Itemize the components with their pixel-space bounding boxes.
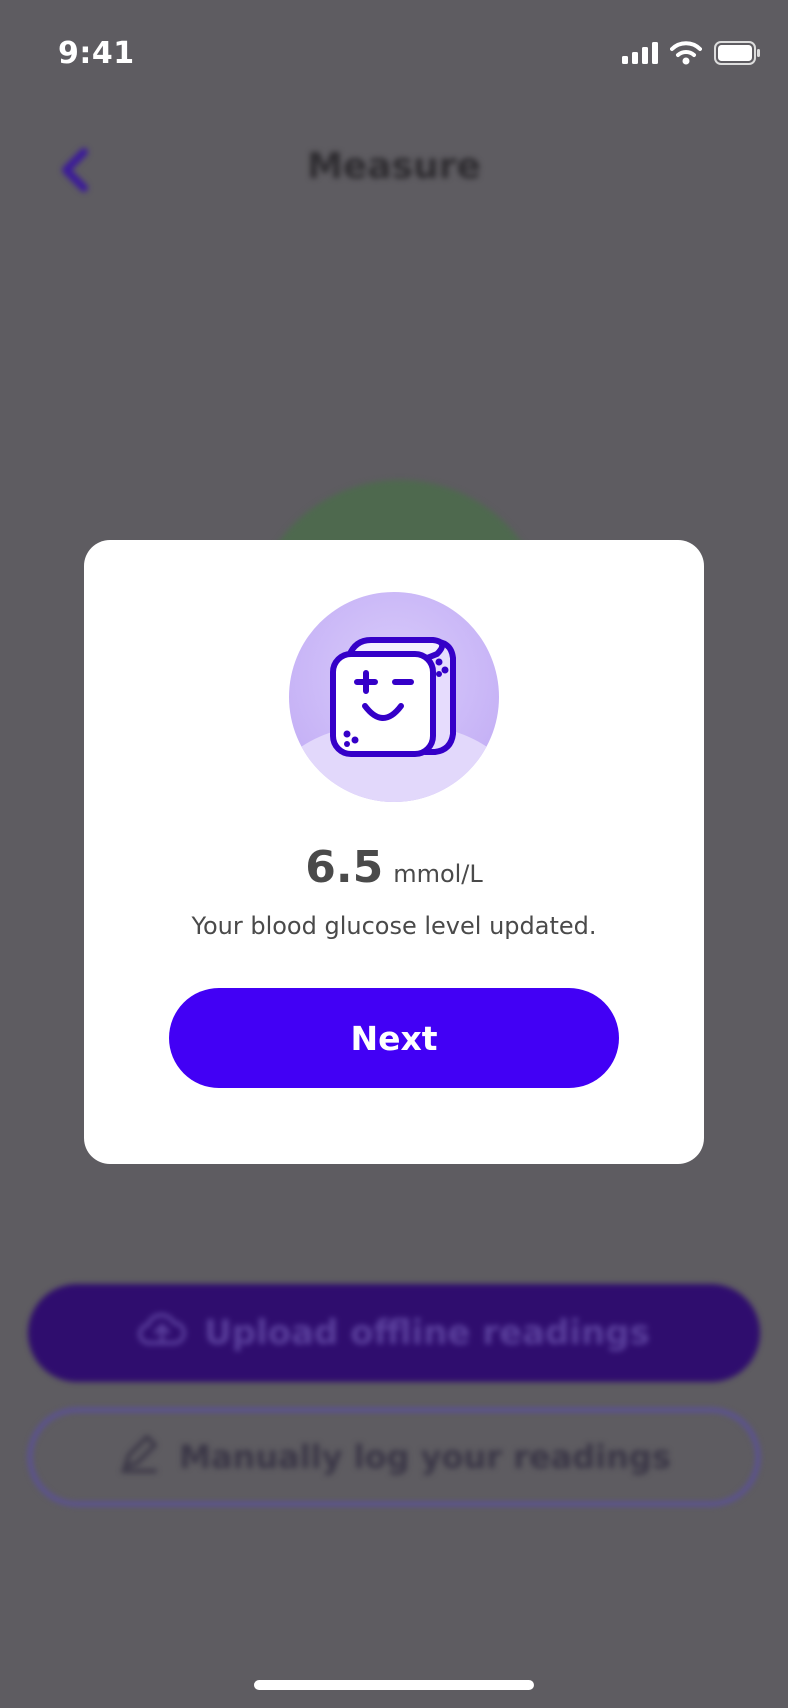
manual-log-button[interactable]: Manually log your readings: [28, 1408, 760, 1506]
manual-button-label: Manually log your readings: [179, 1438, 671, 1476]
status-time: 9:41: [58, 36, 135, 71]
signal-icon: [622, 42, 658, 68]
status-icons: [622, 41, 762, 69]
reading-message: Your blood glucose level updated.: [191, 912, 597, 940]
page-title: Measure: [307, 146, 481, 187]
measure-screen: Measure Upload offline readings Manually…: [0, 0, 788, 1708]
battery-icon: [714, 41, 762, 69]
cloud-upload-icon: [138, 1311, 187, 1356]
glucose-reading: 6.5 mmol/L: [84, 842, 704, 893]
winking-sugar-cube-icon: [330, 637, 456, 757]
pen-icon: [117, 1431, 161, 1483]
reading-value: 6.5: [305, 842, 384, 893]
reading-unit: mmol/L: [393, 860, 483, 888]
wifi-icon: [670, 41, 702, 69]
status-bar: 9:41: [0, 0, 788, 110]
mascot-badge: [289, 592, 499, 802]
upload-offline-readings-button[interactable]: Upload offline readings: [28, 1284, 760, 1382]
upload-button-label: Upload offline readings: [204, 1313, 650, 1353]
home-indicator[interactable]: [254, 1680, 534, 1690]
next-button[interactable]: Next: [169, 988, 619, 1088]
reading-updated-dialog: 6.5 mmol/L Your blood glucose level upda…: [84, 540, 704, 1164]
